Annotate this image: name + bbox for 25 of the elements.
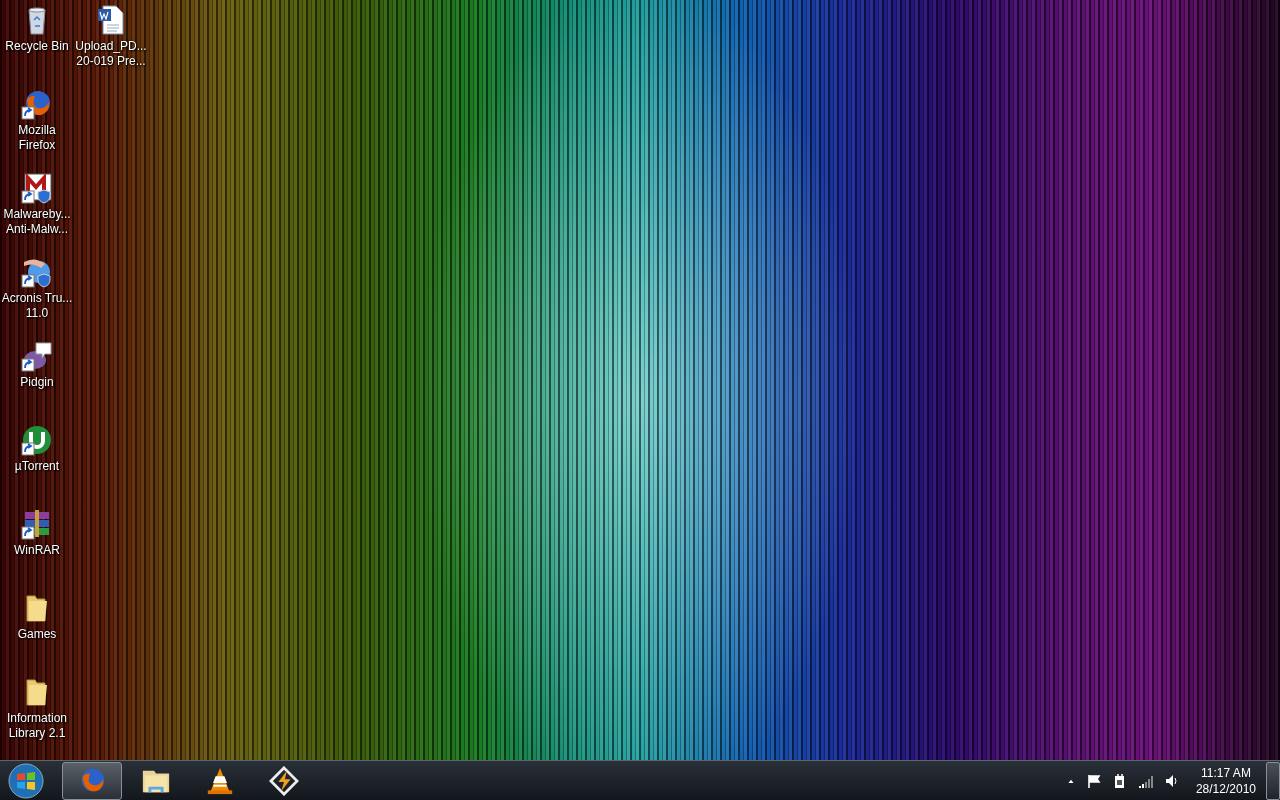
desktop-icon-label[interactable]: Malwareby... Anti-Malw... [3, 207, 71, 237]
show-desktop-button[interactable] [1266, 762, 1280, 800]
clock-date[interactable]: 28/12/2010 [1195, 781, 1256, 797]
letter-u-circle-icon[interactable] [21, 424, 53, 456]
desktop-icon-label[interactable]: Mozilla Firefox [18, 123, 56, 153]
desktop-icon-label[interactable]: Games [17, 627, 57, 642]
letter-tile-icon[interactable] [21, 172, 53, 204]
flag-icon[interactable] [1085, 773, 1102, 789]
desktop-icon-label[interactable]: µTorrent [14, 459, 60, 474]
document-icon[interactable] [95, 4, 127, 36]
start-button[interactable] [6, 761, 46, 800]
volume-icon[interactable] [1163, 773, 1180, 789]
traffic-cone-icon [205, 766, 235, 796]
clock-time[interactable]: 11:17 AM [1201, 765, 1251, 781]
desktop-icon-label[interactable]: Information Library 2.1 [7, 711, 67, 741]
desktop-icon-label[interactable]: WinRAR [14, 543, 60, 558]
desktop-icon-label[interactable]: Upload_PD... 20-019 Pre... [75, 39, 147, 69]
globe-fox-icon[interactable] [21, 88, 53, 120]
orb-icon[interactable] [21, 256, 53, 288]
desktop-icon-label[interactable]: Acronis Tru... 11.0 [1, 291, 73, 321]
speech-bubble-icon[interactable] [21, 340, 53, 372]
lightning-icon [269, 766, 299, 796]
signal-bars-icon[interactable] [1137, 773, 1154, 789]
desktop-icon-label[interactable]: Pidgin [20, 375, 54, 390]
desktop-icon-label[interactable]: Recycle Bin [5, 39, 69, 54]
